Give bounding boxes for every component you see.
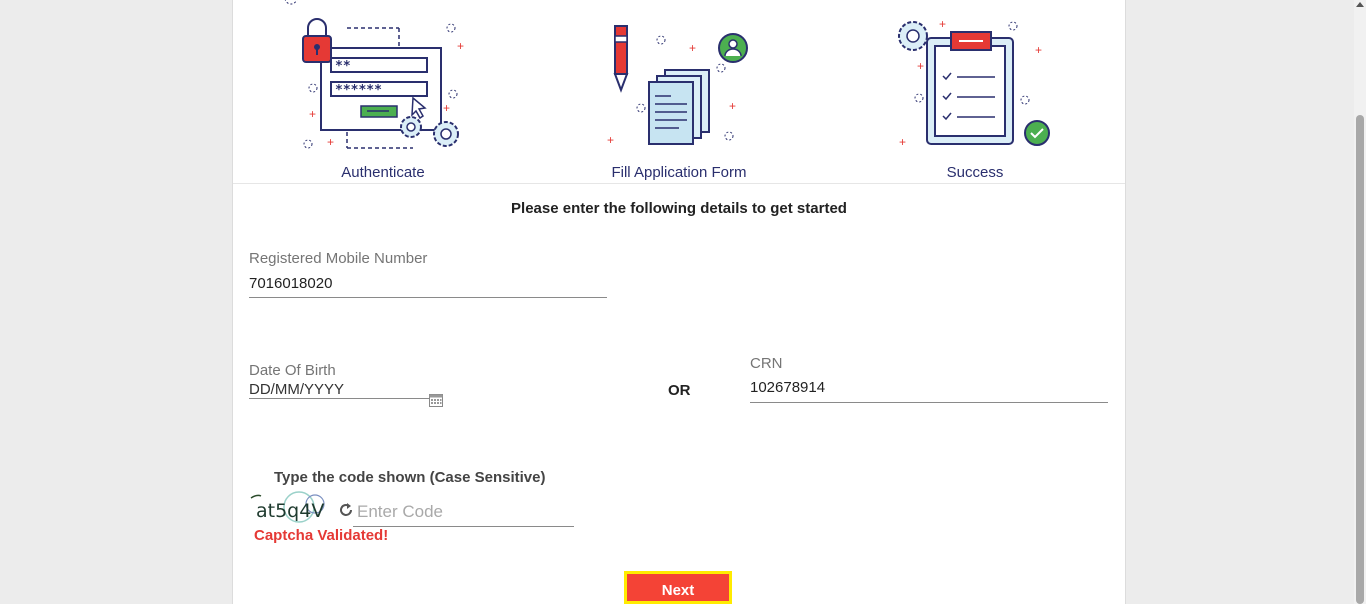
captcha-code-input[interactable] (353, 498, 574, 527)
form-documents-icon: + + + (607, 25, 748, 147)
mobile-number-label: Registered Mobile Number (249, 250, 428, 267)
scroll-up-arrow-icon[interactable] (1356, 2, 1364, 7)
svg-text:+: + (917, 59, 924, 73)
calendar-icon[interactable] (428, 392, 444, 408)
svg-text:+: + (443, 101, 450, 115)
svg-text:+: + (899, 135, 906, 149)
step-authenticate: ** ****** + + + + Authenticate (263, 0, 503, 183)
step-fill-application-form: + + + Fill Application Form (559, 0, 799, 183)
step-success: + + + + Success (855, 0, 1095, 183)
mobile-number-underline (249, 297, 607, 298)
dob-field[interactable]: DD/MM/YYYY (249, 381, 344, 398)
crn-underline (750, 402, 1108, 403)
svg-text:**: ** (335, 59, 351, 74)
svg-text:******: ****** (335, 83, 382, 98)
svg-text:+: + (457, 39, 464, 53)
dob-label: Date Of Birth (249, 362, 336, 379)
mobile-number-field[interactable]: 7016018020 (249, 275, 332, 292)
step-label: Authenticate (341, 164, 425, 181)
svg-text:+: + (327, 135, 334, 149)
form-intro-heading: Please enter the following details to ge… (511, 200, 847, 217)
login-lock-icon: ** ****** + + + + (284, 0, 464, 149)
captcha-text: at5q4V (256, 500, 324, 522)
crn-field[interactable]: 102678914 (750, 379, 825, 396)
svg-text:+: + (309, 107, 316, 121)
progress-steps: ** ****** + + + + Authenticate + + + Fil… (233, 0, 1125, 184)
or-separator: OR (668, 382, 691, 399)
captcha-status-message: Captcha Validated! (254, 527, 389, 544)
svg-text:+: + (689, 41, 696, 55)
svg-text:+: + (729, 99, 736, 113)
step-label: Fill Application Form (611, 164, 747, 181)
scrollbar-thumb[interactable] (1356, 115, 1364, 604)
svg-text:+: + (607, 133, 614, 147)
next-button[interactable]: Next (624, 571, 732, 604)
svg-text:+: + (939, 17, 946, 31)
checklist-success-icon: + + + + (898, 17, 1050, 149)
application-card: ** ****** + + + + Authenticate + + + Fil… (232, 0, 1126, 604)
dob-underline (249, 398, 429, 399)
page-scrollbar[interactable] (1354, 0, 1366, 604)
captcha-instructions: Type the code shown (Case Sensitive) (274, 469, 546, 486)
captcha-image: at5q4V (250, 491, 325, 523)
svg-text:+: + (1035, 43, 1042, 57)
step-label: Success (946, 164, 1004, 181)
crn-label: CRN (750, 355, 783, 372)
